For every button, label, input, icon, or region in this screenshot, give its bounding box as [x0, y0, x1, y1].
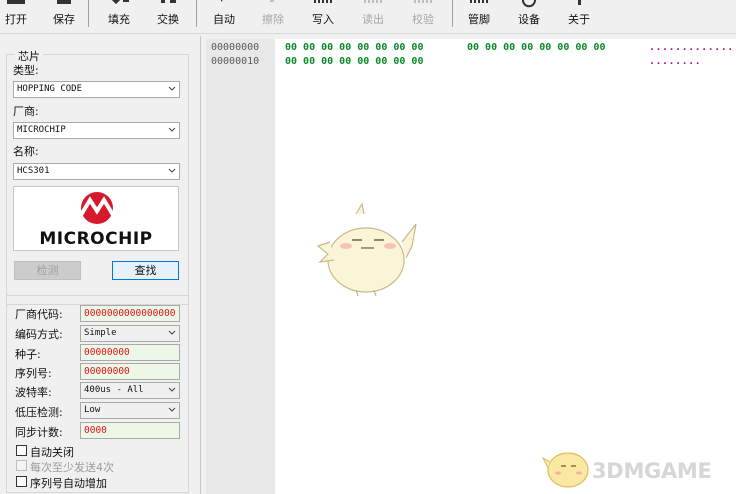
left-panel: 芯片 类型: HOPPING CODE 厂商: MICROCHIP 名称: HC… — [0, 36, 201, 494]
chevron-down-icon — [168, 168, 176, 173]
checkbox-box — [16, 460, 27, 471]
read-chip-icon — [353, 0, 393, 10]
hex-row-address: 00000000 — [211, 42, 260, 53]
open-label: 打开 — [5, 13, 27, 26]
sync-label: 同步计数: — [15, 426, 63, 439]
write-button[interactable]: 写入 — [303, 0, 343, 34]
low-voltage-value: Low — [84, 405, 101, 415]
chip-maker-label: 厂商: — [13, 105, 39, 118]
address-column — [206, 39, 275, 494]
sync-input[interactable]: 0000 — [80, 422, 180, 439]
manufacturer-code-input[interactable]: 0000000000000000 — [80, 305, 180, 322]
manufacturer-logo: MICROCHIP — [13, 186, 179, 251]
fill-icon — [99, 0, 139, 10]
read-button[interactable]: 读出 — [353, 0, 393, 34]
auto-close-label: 自动关闭 — [30, 446, 74, 459]
write-label: 写入 — [312, 13, 334, 26]
chip-maker-select[interactable]: MICROCHIP — [13, 122, 180, 139]
device-button[interactable]: 设备 — [509, 0, 549, 34]
pins-icon — [459, 0, 499, 10]
seed-label: 种子: — [15, 348, 41, 361]
mascot-image — [316, 202, 417, 297]
microchip-logo-icon — [79, 192, 115, 224]
floppy-icon — [44, 0, 84, 10]
verify-label: 校验 — [412, 13, 434, 26]
save-label: 保存 — [53, 13, 75, 26]
verify-button[interactable]: 校验 — [403, 0, 443, 34]
toolbar-separator — [196, 0, 197, 27]
hex-row-ascii[interactable]: ................ — [649, 41, 736, 54]
logo-wordmark: MICROCHIP — [39, 229, 153, 249]
encoding-value: Simple — [84, 328, 117, 338]
chevron-down-icon — [168, 86, 176, 91]
chevron-down-icon — [168, 387, 176, 392]
watermark-text: 3DMGAME — [592, 459, 712, 483]
write-chip-icon — [303, 0, 343, 10]
erase-label: 擦除 — [262, 13, 284, 26]
chevron-down-icon — [168, 330, 176, 335]
send-min-label: 每次至少发送4次 — [30, 461, 114, 474]
encoding-select[interactable]: Simple — [80, 325, 180, 342]
serial-auto-increment-label: 序列号自动增加 — [30, 477, 107, 490]
watermark: 3DMGAME — [540, 440, 736, 494]
chevron-down-icon — [168, 407, 176, 412]
chevron-down-icon — [168, 127, 176, 132]
seed-input[interactable]: 00000000 — [80, 344, 180, 361]
device-label: 设备 — [518, 13, 540, 26]
fill-button[interactable]: 填充 — [99, 0, 139, 34]
watermark-mascot-icon — [541, 452, 589, 488]
play-icon — [204, 0, 244, 10]
verify-chip-icon — [403, 0, 443, 10]
pins-button[interactable]: 管脚 — [459, 0, 499, 34]
toolbar: 打开 保存 填充 交换 自动 擦除 写入 读出 校验 管脚 设备 关于 — [0, 0, 736, 34]
checkbox-box — [16, 445, 27, 456]
hex-row-ascii[interactable]: ........ — [649, 55, 701, 68]
chip-type-label: 类型: — [13, 64, 39, 77]
checkbox-box — [16, 476, 27, 487]
toolbar-separator — [88, 0, 89, 27]
about-button[interactable]: 关于 — [559, 0, 599, 34]
about-label: 关于 — [568, 13, 590, 26]
hex-row-bytes[interactable]: 00 00 00 00 00 00 00 00 — [467, 41, 605, 54]
swap-button[interactable]: 交换 — [148, 0, 188, 34]
chip-type-select[interactable]: HOPPING CODE — [13, 81, 180, 98]
auto-button[interactable]: 自动 — [204, 0, 244, 34]
hex-row-bytes[interactable]: 00 00 00 00 00 00 00 00 — [285, 55, 423, 68]
save-button[interactable]: 保存 — [44, 0, 84, 34]
swap-label: 交换 — [157, 13, 179, 26]
pins-label: 管脚 — [468, 13, 490, 26]
baud-label: 波特率: — [15, 386, 52, 399]
manufacturer-code-label: 厂商代码: — [15, 308, 63, 321]
hex-editor[interactable]: 00000000 00 00 00 00 00 00 00 00 00 00 0… — [206, 39, 736, 494]
fill-label: 填充 — [108, 13, 130, 26]
chip-name-select[interactable]: HCS301 — [13, 163, 180, 180]
serial-label: 序列号: — [15, 367, 52, 380]
swap-icon — [148, 0, 188, 10]
auto-label: 自动 — [213, 13, 235, 26]
read-label: 读出 — [362, 13, 384, 26]
refresh-icon — [509, 0, 549, 10]
baud-select[interactable]: 400us - All — [80, 382, 180, 399]
low-voltage-label: 低压检测: — [15, 406, 63, 419]
info-icon — [559, 0, 599, 10]
eraser-icon — [253, 0, 293, 10]
chip-name-value: HCS301 — [17, 166, 50, 176]
baud-value: 400us - All — [84, 385, 144, 395]
chip-name-label: 名称: — [13, 145, 39, 158]
folder-icon — [0, 0, 36, 10]
encoding-label: 编码方式: — [15, 328, 63, 341]
hex-row-bytes[interactable]: 00 00 00 00 00 00 00 00 — [285, 41, 423, 54]
hex-row-address: 00000010 — [211, 56, 260, 67]
chip-type-value: HOPPING CODE — [17, 84, 83, 94]
low-voltage-select[interactable]: Low — [80, 402, 180, 419]
erase-button[interactable]: 擦除 — [253, 0, 293, 34]
serial-input[interactable]: 00000000 — [80, 363, 180, 380]
open-button[interactable]: 打开 — [0, 0, 36, 34]
detect-button[interactable]: 检测 — [14, 261, 81, 280]
search-button[interactable]: 查找 — [112, 261, 179, 280]
chip-maker-value: MICROCHIP — [17, 125, 66, 135]
